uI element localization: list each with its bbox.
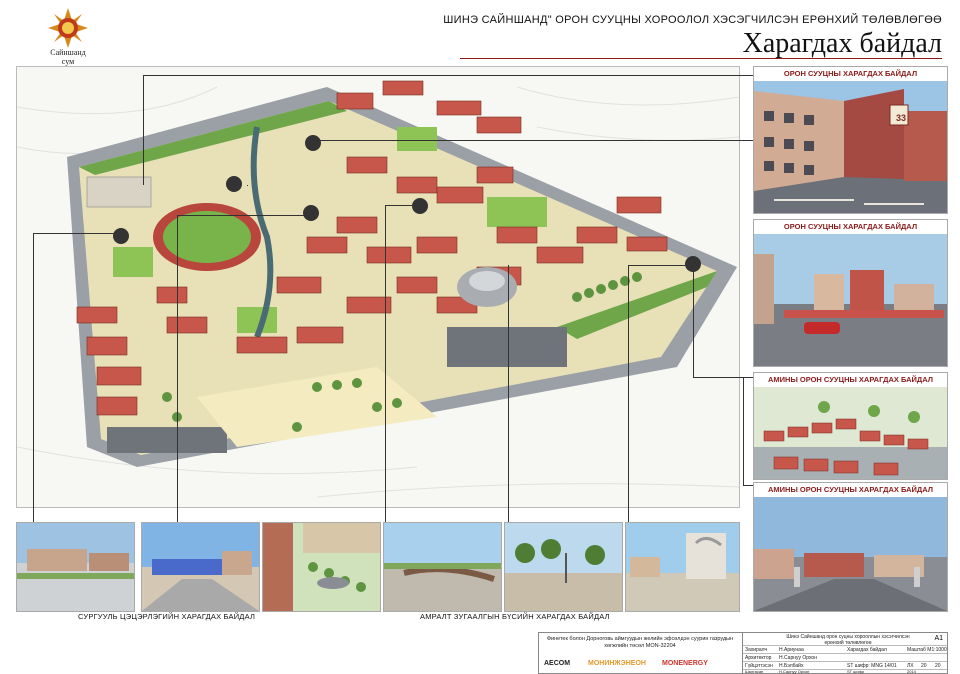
- brand-aecom: AECOM: [544, 660, 571, 667]
- view-private-housing-1: АМИНЫ ОРОН СУУЦНЫ ХАРАГДАХ БАЙДАЛ: [753, 372, 948, 480]
- view-school-2: [141, 522, 260, 612]
- recreation-render-2: [505, 523, 622, 611]
- view-private-housing-2: АМИНЫ ОРОН СУУЦНЫ ХАРАГДАХ БАЙДАЛ: [753, 482, 948, 612]
- leader-line: [177, 215, 307, 216]
- brand-monenergy: MONENERGY: [662, 660, 708, 667]
- callout-dot-school: [113, 228, 129, 244]
- brand-moninjeneon: МОНИНЖЭНЕОН: [588, 660, 646, 667]
- school-render-1: [17, 523, 134, 611]
- leader-line: [628, 265, 629, 525]
- caption-school: СУРГУУЛЬ ЦЭЦЭРЛЭГИЙН ХАРАГДАХ БАЙДАЛ: [78, 612, 256, 621]
- logo-caption: Сайншанд сум: [36, 48, 100, 66]
- masterplan-illustration: [17, 67, 739, 507]
- view-caption: ОРОН СУУЦНЫ ХАРАГДАХ БАЙДАЛ: [754, 220, 947, 234]
- leader-line: [693, 377, 753, 378]
- leader-line: [693, 265, 694, 377]
- callout-dot-residential: [305, 135, 321, 151]
- project-code-2: ST шифр: [847, 669, 865, 674]
- school-render-2: [142, 523, 259, 611]
- recreation-render-3: [626, 523, 739, 611]
- project-title: ШИНЭ САЙНШАНД" ОРОН СУУЦНЫ ХОРООЛОЛ ХЭСЭ…: [443, 14, 942, 26]
- callout-dot-apartments: [412, 198, 428, 214]
- leader-line: [33, 233, 117, 234]
- row-name: Н.Сарнуу Орхон: [779, 669, 810, 674]
- building-number-badge: 33: [895, 113, 906, 123]
- view-kindergarten: [262, 522, 381, 612]
- recreation-render-1: [384, 523, 501, 611]
- leader-line: [143, 75, 144, 185]
- leader-line: [33, 233, 34, 525]
- private-housing-render-2: [754, 497, 947, 611]
- leader-line: [143, 75, 753, 76]
- apartment-render-1: [754, 81, 947, 213]
- apartment-render-2: [754, 234, 947, 366]
- leader-line: [628, 265, 693, 266]
- leader-line: [385, 205, 417, 206]
- leader-line: [177, 215, 178, 525]
- header-divider: [460, 58, 942, 59]
- view-apartment-1: ОРОН СУУЦНЫ ХАРАГДАХ БАЙДАЛ 33: [753, 66, 948, 214]
- kindergarten-render: [263, 523, 380, 611]
- year: 2014: [907, 669, 916, 674]
- leader-line: [247, 185, 248, 186]
- private-housing-render-1: [754, 387, 947, 479]
- sheet-number: A1: [934, 635, 943, 642]
- logo-caption-line1: Сайншанд: [50, 48, 86, 57]
- masterplan-aerial-view: [16, 66, 740, 508]
- view-recreation-1: [383, 522, 502, 612]
- caption-recreation: АМРАЛТ ЗУГААЛГЫН БҮСИЙН ХАРАГДАХ БАЙДАЛ: [420, 612, 610, 621]
- footer-description: Финетек болон Дорноговь аймгуудын желийн…: [546, 636, 734, 649]
- view-caption: ОРОН СУУЦНЫ ХАРАГДАХ БАЙДАЛ: [754, 67, 947, 81]
- callout-dot-plaza: [303, 205, 319, 221]
- callout-dot-kindergarten: [226, 176, 242, 192]
- view-apartment-2: ОРОН СУУЦНЫ ХАРАГДАХ БАЙДАЛ: [753, 219, 948, 367]
- title-block: Шинэ Сайншанд орон суцны хорооллын хэсэг…: [742, 632, 948, 674]
- title-block-row: Шалгасан Н.Сарнуу Орхон ST шифр 2014: [743, 669, 947, 674]
- leader-line: [508, 265, 509, 525]
- leader-line: [310, 140, 753, 141]
- sheet-title: Харагдах байдал: [742, 28, 942, 59]
- view-recreation-2: [504, 522, 623, 612]
- row-role: Шалгасан: [745, 669, 764, 674]
- logo-caption-line2: сум: [61, 57, 75, 66]
- view-caption: АМИНЫ ОРОН СУУЦНЫ ХАРАГДАХ БАЙДАЛ: [754, 483, 947, 497]
- leader-line: [743, 377, 744, 485]
- view-caption: АМИНЫ ОРОН СУУЦНЫ ХАРАГДАХ БАЙДАЛ: [754, 373, 947, 387]
- leader-line: [743, 485, 753, 486]
- view-recreation-3: [625, 522, 740, 612]
- leader-line: [385, 205, 386, 525]
- view-school-1: [16, 522, 135, 612]
- sun-emblem-icon: [48, 8, 88, 48]
